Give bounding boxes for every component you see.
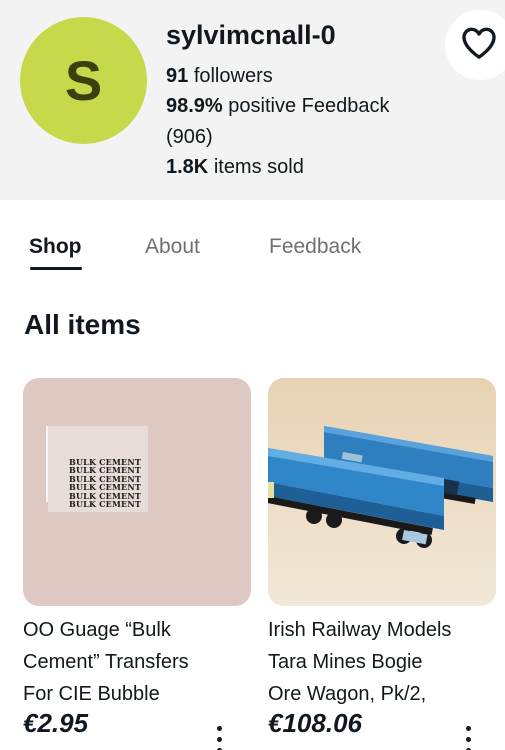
- followers-count: 91: [166, 65, 189, 87]
- followers-label: followers: [193, 65, 273, 87]
- items-sold-stat: 1.8K items sold: [166, 156, 304, 179]
- more-options-icon[interactable]: [209, 726, 229, 750]
- active-tab-indicator: [30, 267, 82, 270]
- listing-price: €2.95: [23, 708, 89, 738]
- listing-title-line: Ore Wagon, Pk/2,: [268, 683, 427, 705]
- seller-header: S sylvimcnall-0 91 followers 98.9% posit…: [0, 0, 505, 200]
- tab-about[interactable]: About: [145, 235, 200, 259]
- listing-image[interactable]: [268, 378, 496, 606]
- tab-feedback[interactable]: Feedback: [269, 235, 361, 259]
- listing-title-line: For CIE Bubble: [23, 683, 160, 705]
- items-sold-count: 1.8K: [166, 156, 209, 178]
- feedback-percent: 98.9%: [166, 95, 223, 117]
- follow-button[interactable]: [445, 10, 505, 80]
- listing-title-line: Irish Railway Models: [268, 619, 452, 641]
- feedback-stat: 98.9% positive Feedback: [166, 95, 389, 118]
- listing-title-line: OO Guage “Bulk: [23, 619, 171, 641]
- tab-shop[interactable]: Shop: [29, 235, 82, 259]
- listing-title[interactable]: OO Guage “Bulk Cement” Transfers For CIE…: [23, 614, 251, 710]
- seller-name: sylvimcnall-0: [166, 20, 336, 50]
- listing-title-line: Cement” Transfers: [23, 651, 189, 673]
- listing-card[interactable]: BULK CEMENT BULK CEMENT BULK CEMENT BULK…: [23, 378, 251, 750]
- section-title: All items: [24, 309, 141, 340]
- avatar-initial: S: [64, 48, 103, 112]
- listing-card[interactable]: Irish Railway Models Tara Mines Bogie Or…: [268, 378, 496, 750]
- feedback-count[interactable]: (906): [166, 126, 213, 149]
- listing-title-line: Tara Mines Bogie: [268, 651, 423, 673]
- listing-image[interactable]: BULK CEMENT BULK CEMENT BULK CEMENT BULK…: [23, 378, 251, 606]
- followers-stat: 91 followers: [166, 65, 273, 88]
- items-sold-label: items sold: [213, 156, 304, 178]
- transfer-text-block: BULK CEMENT BULK CEMENT BULK CEMENT BULK…: [69, 458, 141, 510]
- ore-wagon-photo: [268, 378, 496, 606]
- more-options-icon[interactable]: [458, 726, 478, 750]
- seller-avatar[interactable]: S: [20, 17, 147, 144]
- heart-outline-icon: [458, 23, 500, 68]
- transfer-text: BULK CEMENT: [69, 499, 141, 510]
- listing-title[interactable]: Irish Railway Models Tara Mines Bogie Or…: [268, 614, 496, 710]
- feedback-label: positive Feedback: [228, 95, 390, 117]
- listing-price: €108.06: [268, 708, 362, 738]
